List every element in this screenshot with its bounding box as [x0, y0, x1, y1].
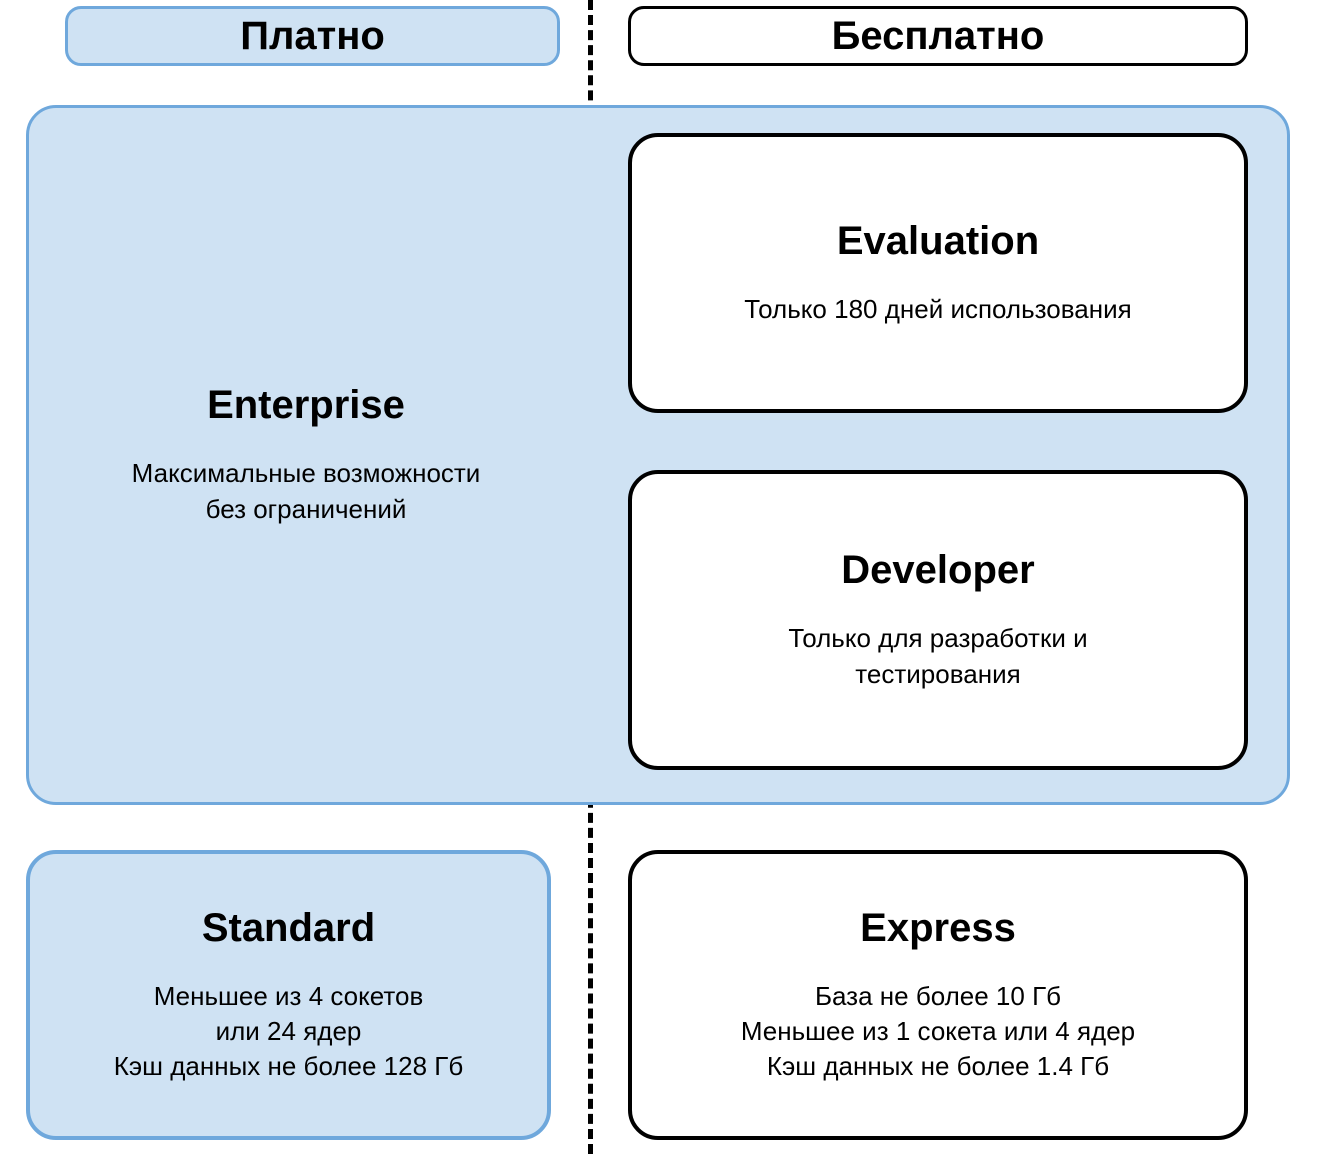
developer-desc: Только для разработки и тестирования [788, 621, 1087, 691]
header-free: Бесплатно [628, 6, 1248, 66]
header-paid: Платно [65, 6, 560, 66]
enterprise-card: Enterprise Максимальные возможности без … [26, 105, 586, 805]
standard-title: Standard [202, 906, 375, 951]
evaluation-title: Evaluation [837, 219, 1039, 264]
standard-card: Standard Меньшее из 4 сокетов или 24 яде… [26, 850, 551, 1140]
developer-card: Developer Только для разработки и тестир… [628, 470, 1248, 770]
express-card: Express База не более 10 Гб Меньшее из 1… [628, 850, 1248, 1140]
evaluation-desc: Только 180 дней использования [744, 292, 1131, 327]
evaluation-card: Evaluation Только 180 дней использования [628, 133, 1248, 413]
enterprise-title: Enterprise [207, 383, 405, 428]
developer-title: Developer [841, 548, 1034, 593]
express-title: Express [860, 906, 1016, 951]
header-free-label: Бесплатно [832, 14, 1045, 59]
standard-desc: Меньшее из 4 сокетов или 24 ядер Кэш дан… [114, 979, 463, 1084]
header-paid-label: Платно [240, 14, 385, 59]
express-desc: База не более 10 Гб Меньшее из 1 сокета … [741, 979, 1135, 1084]
enterprise-desc: Максимальные возможности без ограничений [132, 456, 481, 526]
